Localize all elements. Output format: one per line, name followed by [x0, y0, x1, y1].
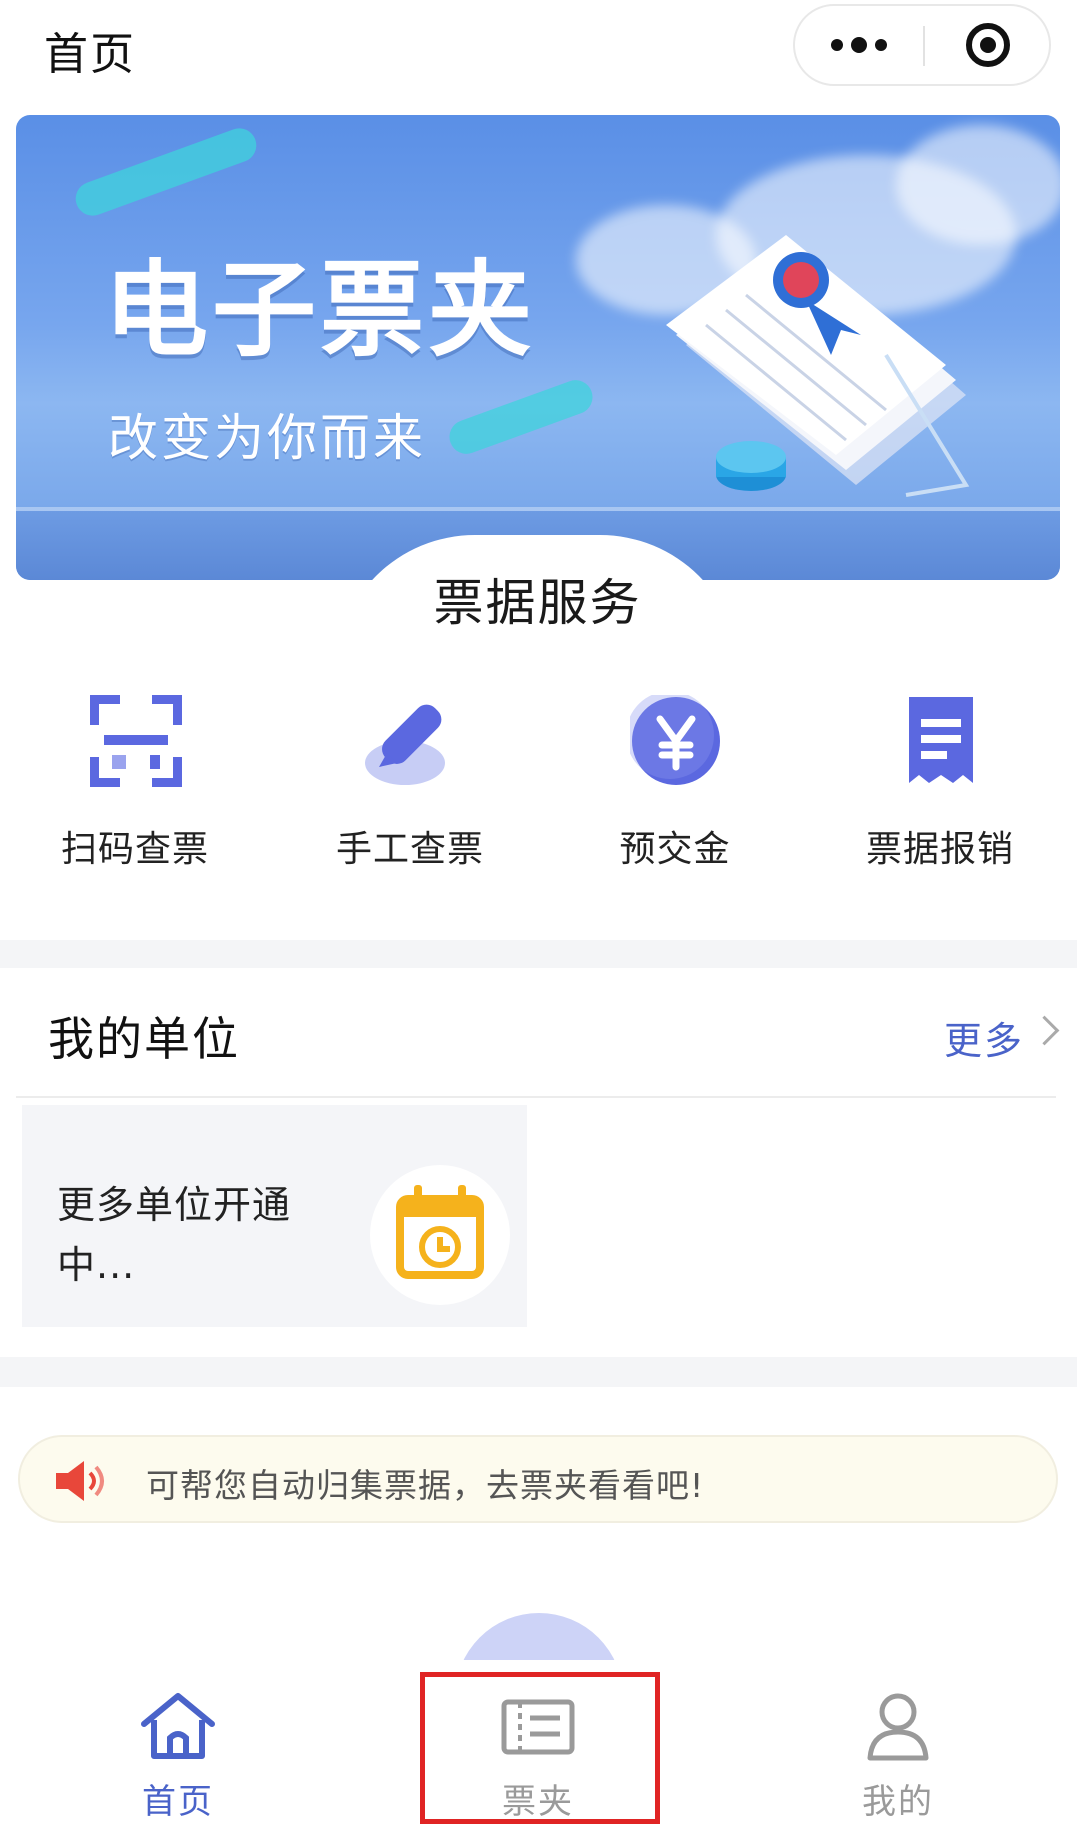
- unit-card-text: 更多单位开通中...: [57, 1183, 292, 1287]
- notice-bar[interactable]: 可帮您自动归集票据，去票夹看看吧!: [18, 1435, 1058, 1523]
- decor-stripe: [444, 375, 598, 459]
- service-heading: 票据服务: [433, 574, 642, 632]
- service-label: 票据报销: [865, 829, 1014, 870]
- unit-card-icon-bg: [370, 1165, 510, 1305]
- receipt-icon: [909, 697, 973, 783]
- close-program-button[interactable]: [925, 6, 1051, 84]
- service-label: 扫码查票: [60, 829, 209, 870]
- highlight-annotation-box: [420, 1672, 660, 1824]
- unit-card[interactable]: 更多单位开通中...: [22, 1105, 527, 1327]
- calendar-clock-icon: [396, 1185, 484, 1279]
- service-reimbursement[interactable]: 票据报销: [810, 680, 1070, 880]
- units-more-link[interactable]: 更多: [944, 1010, 1024, 1065]
- pen-icon: [365, 704, 445, 785]
- more-options-button[interactable]: [795, 6, 923, 84]
- banner-subtitle: 改变为你而来: [108, 409, 426, 467]
- service-manual-ticket[interactable]: 手工查票: [280, 680, 540, 880]
- user-icon: [867, 1693, 929, 1761]
- service-label: 预交金: [619, 829, 731, 870]
- document-stack-icon: [666, 235, 970, 497]
- chevron-right-icon[interactable]: [1029, 1015, 1060, 1046]
- more-dot-icon: [875, 39, 887, 51]
- scan-icon: [90, 695, 182, 787]
- tab-profile-label: 我的: [862, 1782, 934, 1822]
- home-icon: [141, 1693, 215, 1759]
- section-divider: [0, 940, 1077, 968]
- speaker-icon: [56, 1461, 104, 1501]
- yuan-coin-icon: [630, 695, 720, 785]
- services-grid: 扫码查票 手工查票 预交金 票据报销: [0, 680, 1077, 940]
- service-label: 手工查票: [335, 829, 484, 870]
- decor-stripe: [70, 123, 262, 221]
- service-scan-ticket[interactable]: 扫码查票: [5, 680, 265, 880]
- page-title: 首页: [44, 29, 136, 80]
- cloud-shape: [896, 125, 1060, 245]
- top-bar: 首页: [0, 0, 1077, 100]
- service-prepayment[interactable]: 预交金: [545, 680, 805, 880]
- tab-profile[interactable]: 我的: [808, 1690, 988, 1822]
- section-divider: [0, 1357, 1077, 1387]
- more-dot-icon: [851, 37, 867, 53]
- tab-home[interactable]: 首页: [88, 1690, 268, 1822]
- banner-title: 电子票夹: [104, 249, 537, 371]
- promo-banner[interactable]: 电子票夹 改变为你而来: [16, 115, 1060, 580]
- mini-program-capsule: [793, 4, 1051, 86]
- more-dot-icon: [831, 39, 843, 51]
- target-circle-icon: [966, 23, 1010, 67]
- units-divider: [16, 1096, 1056, 1098]
- my-units-title: 我的单位: [48, 1012, 240, 1066]
- tab-home-label: 首页: [142, 1782, 214, 1822]
- notice-text: 可帮您自动归集票据，去票夹看看吧!: [146, 1466, 705, 1505]
